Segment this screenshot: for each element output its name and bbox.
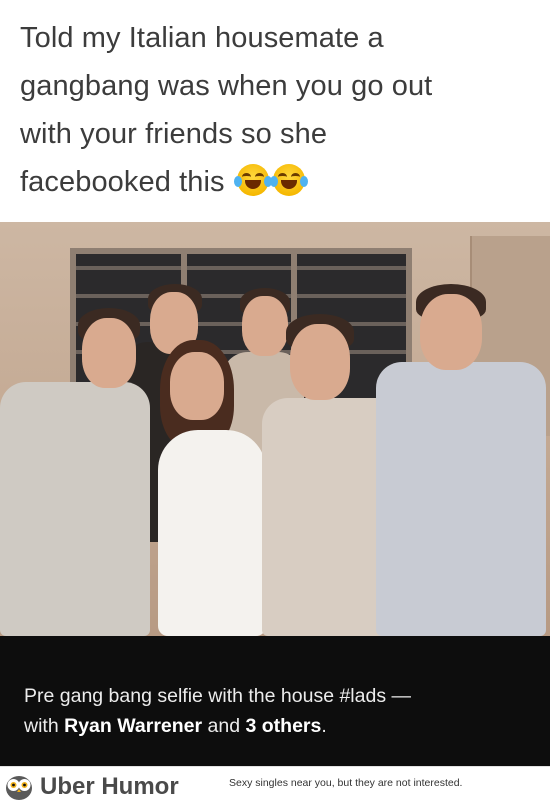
caption-text: Told my Italian housemate a gangbang was… bbox=[20, 14, 535, 206]
caption-line-2: gangbang was when you go out bbox=[20, 70, 433, 102]
caption-line-3: with your friends so she bbox=[20, 118, 328, 150]
brand-tagline: Sexy singles near you, but they are not … bbox=[229, 777, 463, 789]
facebook-caption-line-2: with Ryan Warrener and 3 others. bbox=[24, 715, 327, 738]
group-photo bbox=[0, 222, 550, 636]
tears-of-joy-icon bbox=[233, 164, 272, 196]
meme-page: Told my Italian housemate a gangbang was… bbox=[0, 0, 550, 805]
owl-logo-icon bbox=[6, 776, 32, 800]
watermark-footer: Uber Humor Sexy singles near you, but th… bbox=[0, 766, 550, 805]
others-link[interactable]: 3 others bbox=[246, 715, 322, 737]
caption-line-1: Told my Italian housemate a bbox=[20, 22, 384, 54]
end-punctuation: . bbox=[321, 715, 327, 737]
brand-name: Uber Humor bbox=[40, 773, 179, 800]
facebook-caption-line-1: Pre gang bang selfie with the house #lad… bbox=[24, 685, 412, 707]
with-text: with bbox=[24, 715, 59, 737]
tagged-person-link[interactable]: Ryan Warrener bbox=[64, 715, 202, 737]
and-text: and bbox=[207, 715, 241, 737]
facebook-caption-bar: Pre gang bang selfie with the house #lad… bbox=[0, 636, 550, 766]
tears-of-joy-icon bbox=[269, 164, 308, 196]
meme-caption: Told my Italian housemate a gangbang was… bbox=[0, 0, 550, 222]
caption-line-4: facebooked this bbox=[20, 166, 225, 198]
